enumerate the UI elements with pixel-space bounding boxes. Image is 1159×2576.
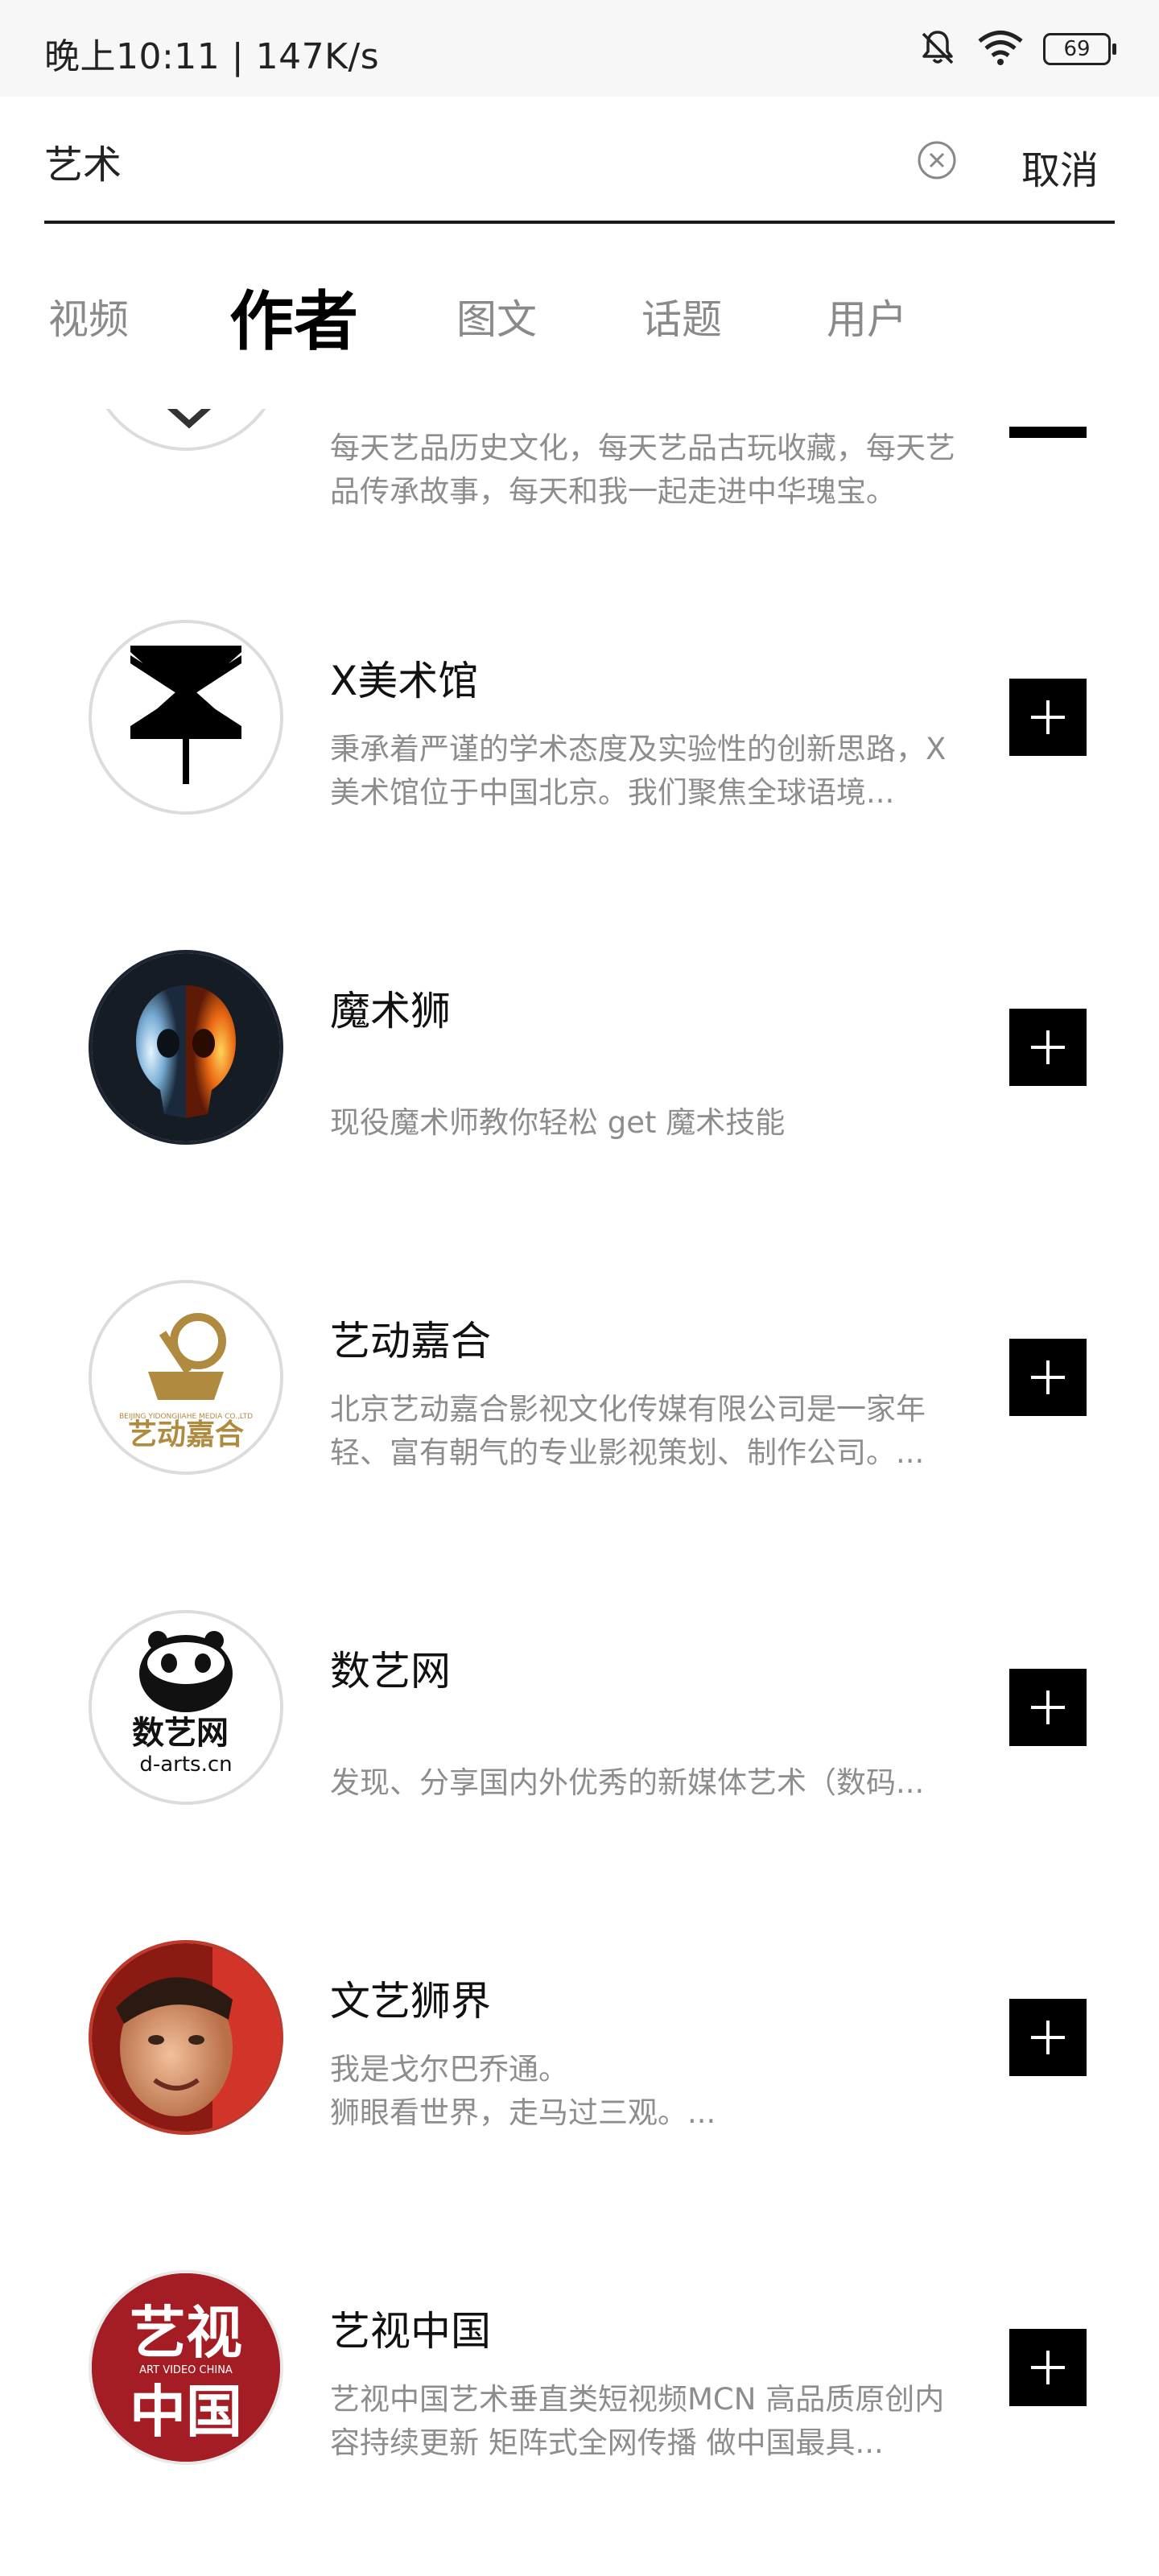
cancel-button[interactable]: 取消 [1021,138,1099,195]
follow-button[interactable] [1009,1339,1087,1416]
follow-button[interactable] [1009,2329,1087,2406]
author-description: 每天艺品历史文化，每天艺品古玩收藏，每天艺品传承故事，每天和我一起走进中华瑰宝。 [330,431,955,509]
status-icons: 69 [918,26,1116,72]
follow-button[interactable] [1009,1669,1087,1746]
tab-author[interactable]: 作者 [225,224,362,409]
search-input[interactable] [44,137,849,185]
wifi-icon [977,29,1024,69]
author-name[interactable]: 艺动嘉合 [330,1309,491,1367]
author-list: 每天艺品历史文化，每天艺品古玩收藏，每天艺品传承故事，每天和我一起走进中华瑰宝。… [0,409,1159,2576]
follow-button[interactable] [1009,427,1087,438]
author-name[interactable]: X美术馆 [330,649,478,707]
author-description: 发现、分享国内外优秀的新媒体艺术（数码... [330,1765,925,1800]
list-item[interactable]: BEIJING YIDONGJIAHE MEDIA CO.,LTD 艺动嘉合 艺… [0,1280,1159,1610]
status-bar: 晚上10:11 | 147K/s 69 [0,0,1159,97]
list-item[interactable]: 每天艺品历史文化，每天艺品古玩收藏，每天艺品传承故事，每天和我一起走进中华瑰宝。 [0,409,1159,586]
follow-button[interactable] [1009,679,1087,756]
battery-level: 69 [1063,37,1091,61]
avatar-subtext: ART VIDEO CHINA [139,2364,233,2376]
author-avatar[interactable] [89,950,283,1145]
author-avatar[interactable] [89,1940,283,2135]
list-item[interactable]: X美术馆 秉承着严谨的学术态度及实验性的创新思路，X美术馆位于中国北京。我们聚焦… [0,620,1159,950]
author-name[interactable]: 魔术狮 [330,979,451,1037]
author-description: 北京艺动嘉合影视文化传媒有限公司是一家年轻、富有朝气的专业影视策划、制作公司。.… [330,1392,926,1470]
author-name[interactable]: 数艺网 [330,1639,451,1697]
clear-search-icon[interactable] [915,138,959,182]
list-item[interactable]: 魔术狮 现役魔术师教你轻松 get 魔术技能 [0,950,1159,1280]
author-avatar[interactable] [89,409,283,451]
author-description: 现役魔术师教你轻松 get 魔术技能 [330,1105,786,1140]
list-item[interactable]: 文艺狮界 我是戈尔巴乔通。 狮眼看世界，走马过三观。... [0,1940,1159,2270]
avatar-logo-text-top: 艺视 [130,2299,242,2366]
battery-icon: 69 [1043,33,1116,65]
follow-button[interactable] [1009,1999,1087,2076]
avatar-subtext: d-arts.cn [139,1752,232,1777]
status-time: 晚上10:11 | 147K/s [44,36,380,77]
bell-muted-icon [918,27,958,71]
author-avatar[interactable] [89,620,283,815]
avatar-logo-text-bottom: 中国 [130,2378,242,2445]
author-description: 我是戈尔巴乔通。 狮眼看世界，走马过三观。... [330,2052,716,2130]
author-avatar[interactable]: BEIJING YIDONGJIAHE MEDIA CO.,LTD 艺动嘉合 [89,1280,283,1475]
tab-topic[interactable]: 话题 [637,224,726,409]
avatar-logo-text: 艺动嘉合 [128,1418,244,1451]
author-description: 艺视中国艺术垂直类短视频MCN 高品质原创内容持续更新 矩阵式全网传播 做中国最… [330,2382,945,2460]
follow-button[interactable] [1009,1009,1087,1086]
author-name[interactable]: 艺视中国 [330,2299,491,2357]
author-avatar[interactable]: 艺视 ART VIDEO CHINA 中国 [89,2270,283,2465]
author-description: 秉承着严谨的学术态度及实验性的创新思路，X美术馆位于中国北京。我们聚焦全球语境.… [330,732,947,810]
tab-bar: 视频 作者 图文 话题 用户 [0,224,1159,409]
author-avatar[interactable]: 数艺网 d-arts.cn [89,1610,283,1805]
author-name[interactable]: 文艺狮界 [330,1969,491,2027]
list-item[interactable]: 数艺网 d-arts.cn 数艺网 发现、分享国内外优秀的新媒体艺术（数码... [0,1610,1159,1940]
avatar-logo-text: 数艺网 [132,1715,229,1752]
tab-video[interactable]: 视频 [44,224,133,409]
list-item[interactable]: 艺视 ART VIDEO CHINA 中国 艺视中国 艺视中国艺术垂直类短视频M… [0,2270,1159,2576]
tab-image-text[interactable]: 图文 [452,224,541,409]
search-bar: 取消 [44,97,1115,224]
tab-user[interactable]: 用户 [823,224,911,409]
